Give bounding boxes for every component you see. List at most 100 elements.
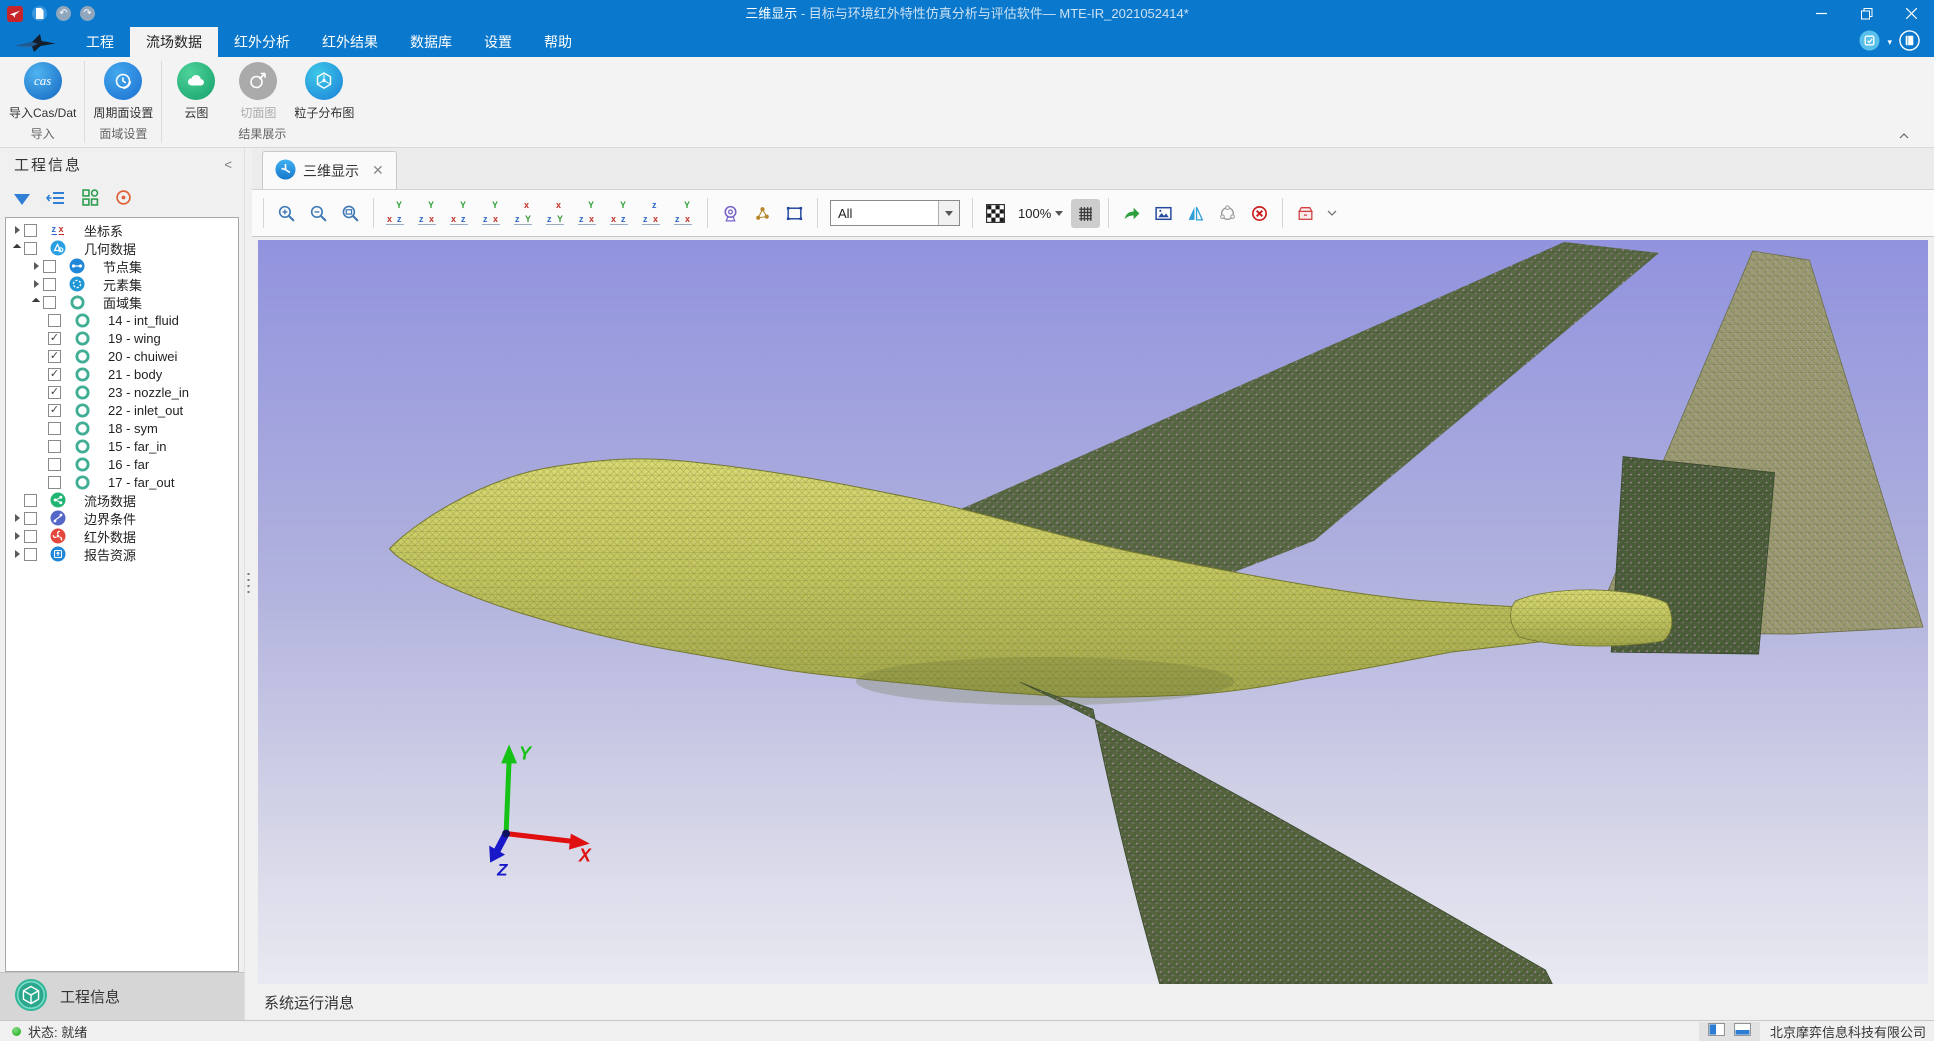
menu-item-流场数据[interactable]: 流场数据 <box>130 27 218 57</box>
tree-item[interactable]: ✓21 - body <box>6 365 238 383</box>
tree-item[interactable]: ✓19 - wing <box>6 329 238 347</box>
tree-item[interactable]: 14 - int_fluid <box>6 311 238 329</box>
tree-item[interactable]: 红外数据 <box>6 527 238 545</box>
manual-icon[interactable] <box>1899 30 1920 54</box>
tree-checkbox[interactable]: ✓ <box>48 404 61 417</box>
snapshot-icon[interactable] <box>1149 199 1178 228</box>
tab-close-icon[interactable]: ✕ <box>372 162 384 179</box>
view-front-icon[interactable]: Yxz <box>382 199 411 228</box>
menu-item-设置[interactable]: 设置 <box>468 27 528 57</box>
tree-item[interactable]: 18 - sym <box>6 419 238 437</box>
tree-checkbox[interactable] <box>24 530 37 543</box>
panel-collapse-icon[interactable]: < <box>224 157 232 172</box>
view-iso-2-icon[interactable]: Yxz <box>606 199 635 228</box>
tree-checkbox[interactable] <box>48 422 61 435</box>
smooth-display-icon[interactable] <box>1213 199 1242 228</box>
tree-item[interactable]: 报告资源 <box>6 545 238 563</box>
tab-3d-view[interactable]: 三维显示 ✕ <box>262 151 397 189</box>
tree-checkbox[interactable] <box>48 440 61 453</box>
export-share-icon[interactable] <box>1117 199 1146 228</box>
redo-icon[interactable]: ↷ <box>80 6 95 21</box>
view-iso-1-icon[interactable]: Yzx <box>574 199 603 228</box>
tree-checkbox[interactable]: ✓ <box>48 332 61 345</box>
menu-item-红外分析[interactable]: 红外分析 <box>218 27 306 57</box>
view-right-icon[interactable]: Yzx <box>478 199 507 228</box>
tree-expander-icon[interactable] <box>29 280 43 288</box>
tree-checkbox[interactable] <box>43 278 56 291</box>
tree-item[interactable]: 节点集 <box>6 257 238 275</box>
tree-item[interactable]: 边界条件 <box>6 509 238 527</box>
menu-item-数据库[interactable]: 数据库 <box>394 27 468 57</box>
view-left-icon[interactable]: Yxz <box>446 199 475 228</box>
tree-item[interactable]: ✓23 - nozzle_in <box>6 383 238 401</box>
tree-expander-icon[interactable] <box>10 226 24 234</box>
close-icon[interactable] <box>1889 0 1934 27</box>
app-menu-button[interactable] <box>7 6 23 22</box>
mirror-icon[interactable] <box>1181 199 1210 228</box>
tree-item[interactable]: zx坐标系 <box>6 221 238 239</box>
import-cas-dat-button[interactable]: cas导入Cas/Dat <box>4 62 81 121</box>
tree-checkbox[interactable] <box>48 458 61 471</box>
view-top-icon[interactable]: xzY <box>510 199 539 228</box>
zoom-out-icon[interactable] <box>304 199 333 228</box>
panel-splitter[interactable] <box>245 148 252 1020</box>
tree-expander-icon[interactable] <box>10 245 24 251</box>
cloud-map-button[interactable]: 云图 <box>165 62 227 121</box>
tree-expander-icon[interactable] <box>29 262 43 270</box>
tree-item[interactable]: ✓20 - chuiwei <box>6 347 238 365</box>
filter-icon[interactable] <box>14 194 30 205</box>
particle-distribution-map-button[interactable]: 粒子分布图 <box>289 62 359 121</box>
tree-expander-icon[interactable] <box>10 550 24 558</box>
maximize-icon[interactable] <box>1844 0 1889 27</box>
tree-item[interactable]: 几何数据 <box>6 239 238 257</box>
layout-bottom-panel-icon[interactable] <box>1734 1023 1751 1039</box>
view-iso-3-icon[interactable]: zzx <box>638 199 667 228</box>
viewport-3d[interactable]: Y X Z <box>258 240 1928 984</box>
tree-expander-icon[interactable] <box>29 299 43 305</box>
tree-checkbox[interactable] <box>43 260 56 273</box>
zoom-level-dropdown[interactable]: 100% <box>1013 206 1068 221</box>
tree-checkbox[interactable]: ✓ <box>48 386 61 399</box>
tree-checkbox[interactable] <box>24 224 37 237</box>
tree-item[interactable]: 16 - far <box>6 455 238 473</box>
tree-item[interactable]: 元素集 <box>6 275 238 293</box>
tree-checkbox[interactable] <box>24 494 37 507</box>
tree-item[interactable]: 流场数据 <box>6 491 238 509</box>
menubar-dropdown-icon[interactable]: ▾ <box>1887 37 1892 48</box>
tree-expander-icon[interactable] <box>10 514 24 522</box>
tree-checkbox[interactable] <box>48 476 61 489</box>
tree-item[interactable]: 15 - far_in <box>6 437 238 455</box>
project-info-button[interactable]: 工程信息 <box>0 972 244 1020</box>
menu-item-帮助[interactable]: 帮助 <box>528 27 588 57</box>
undo-icon[interactable]: ↶ <box>56 6 71 21</box>
tree-item[interactable]: 面域集 <box>6 293 238 311</box>
transparency-icon[interactable] <box>981 199 1010 228</box>
tree-item[interactable]: ✓22 - inlet_out <box>6 401 238 419</box>
package-export-icon[interactable] <box>1291 199 1320 228</box>
grid-view-icon[interactable] <box>82 189 99 209</box>
window-layout-icon[interactable] <box>1859 30 1880 54</box>
zoom-fit-icon[interactable] <box>336 199 365 228</box>
periodic-surface-settings-button[interactable]: 周期面设置 <box>88 62 158 121</box>
package-dropdown-icon[interactable] <box>1323 210 1341 217</box>
view-iso-4-icon[interactable]: Yzx <box>670 199 699 228</box>
clear-all-icon[interactable] <box>1245 199 1274 228</box>
menu-item-红外结果[interactable]: 红外结果 <box>306 27 394 57</box>
tree-expander-icon[interactable] <box>10 532 24 540</box>
display-filter-combo[interactable]: All <box>830 200 960 226</box>
tree-checkbox[interactable] <box>24 512 37 525</box>
locate-icon[interactable] <box>115 189 132 209</box>
view-bottom-icon[interactable]: xzY <box>542 199 571 228</box>
tree-checkbox[interactable]: ✓ <box>48 350 61 363</box>
tree-checkbox[interactable] <box>24 548 37 561</box>
list-view-icon[interactable] <box>46 190 66 209</box>
ribbon-collapse-icon[interactable] <box>1896 129 1912 141</box>
box-select-icon[interactable] <box>780 199 809 228</box>
zoom-in-icon[interactable] <box>272 199 301 228</box>
new-document-icon[interactable] <box>32 6 47 21</box>
tree-checkbox[interactable] <box>24 242 37 255</box>
probe-camera-icon[interactable] <box>716 199 745 228</box>
tree-checkbox[interactable]: ✓ <box>48 368 61 381</box>
combo-dropdown-icon[interactable] <box>938 201 959 225</box>
tree-checkbox[interactable] <box>43 296 56 309</box>
